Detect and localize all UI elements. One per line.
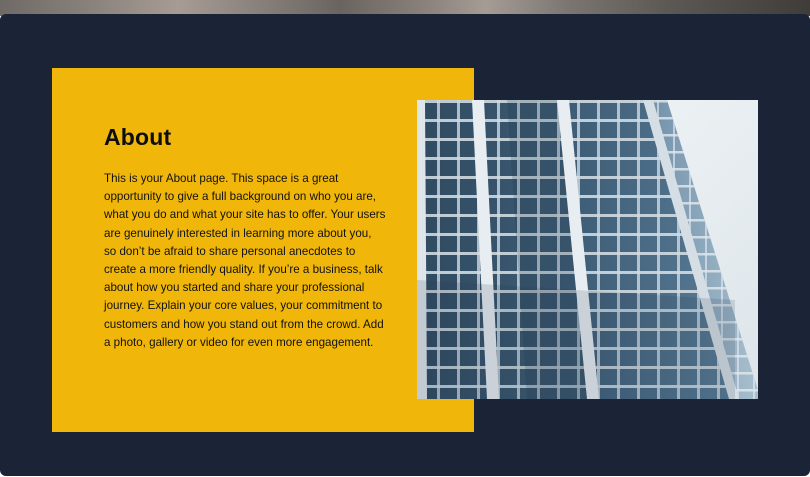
page: About This is your About page. This spac…: [0, 0, 810, 477]
building-image: [417, 100, 758, 399]
about-title: About: [104, 124, 172, 150]
about-body-text: This is your About page. This space is a…: [104, 172, 386, 349]
building-photo: [417, 100, 758, 399]
